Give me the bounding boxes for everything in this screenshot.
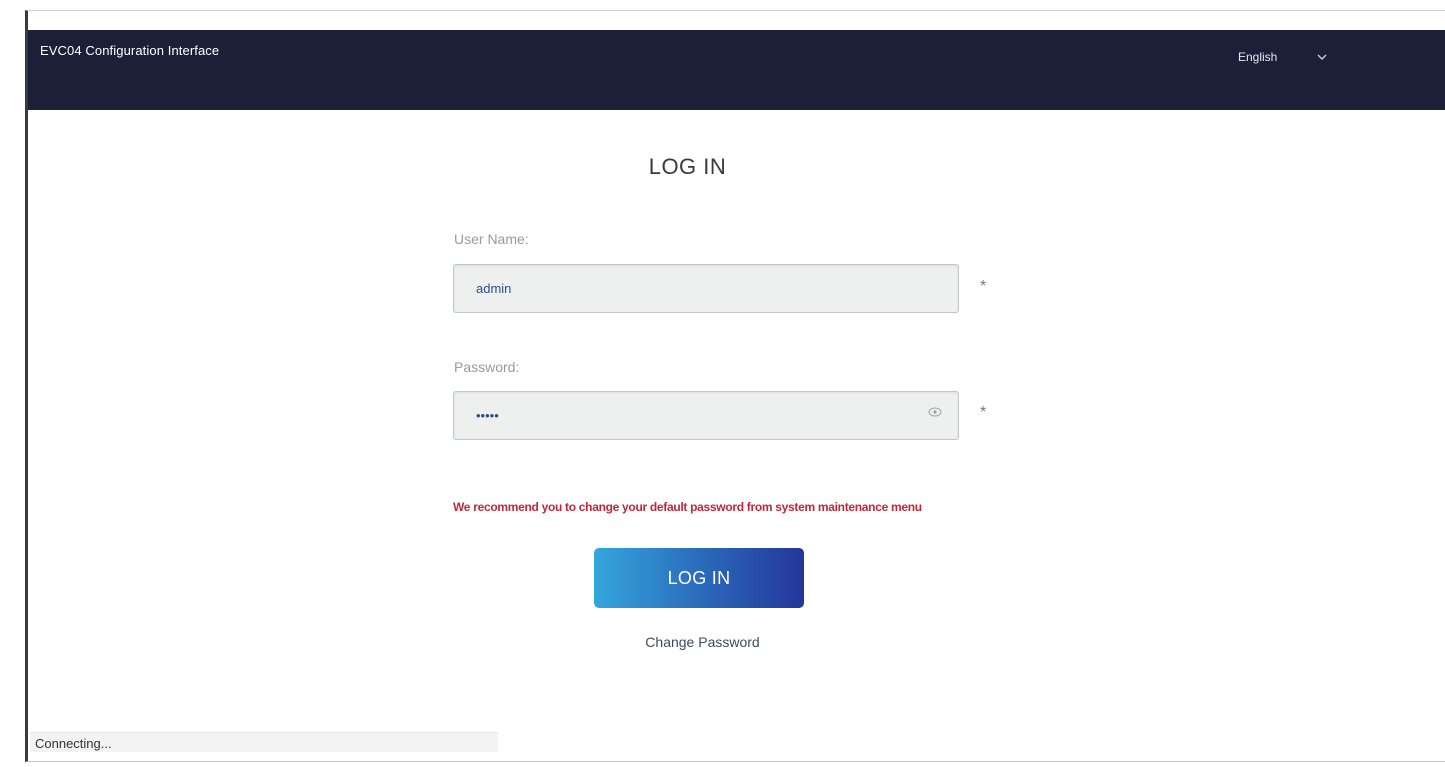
password-field-box bbox=[453, 391, 959, 440]
username-label: User Name: bbox=[454, 231, 529, 247]
login-button[interactable]: LOG IN bbox=[594, 548, 804, 608]
password-required-marker: * bbox=[980, 404, 987, 421]
password-label: Password: bbox=[454, 359, 520, 375]
status-bar: Connecting... bbox=[30, 732, 498, 752]
password-input[interactable] bbox=[476, 392, 916, 439]
username-field-box bbox=[453, 264, 959, 313]
top-bar: EVC04 Configuration Interface English bbox=[28, 30, 1445, 110]
language-selector[interactable]: English bbox=[1238, 50, 1329, 64]
chevron-down-icon bbox=[1317, 54, 1327, 61]
change-password-link[interactable]: Change Password bbox=[0, 634, 1405, 650]
eye-icon[interactable] bbox=[928, 406, 942, 420]
page-title: LOG IN bbox=[648, 154, 727, 179]
username-required-marker: * bbox=[980, 278, 987, 295]
language-label: English bbox=[1238, 50, 1278, 64]
username-input[interactable] bbox=[476, 265, 916, 312]
app-title: EVC04 Configuration Interface bbox=[40, 43, 220, 58]
password-warning: We recommend you to change your default … bbox=[453, 500, 922, 514]
